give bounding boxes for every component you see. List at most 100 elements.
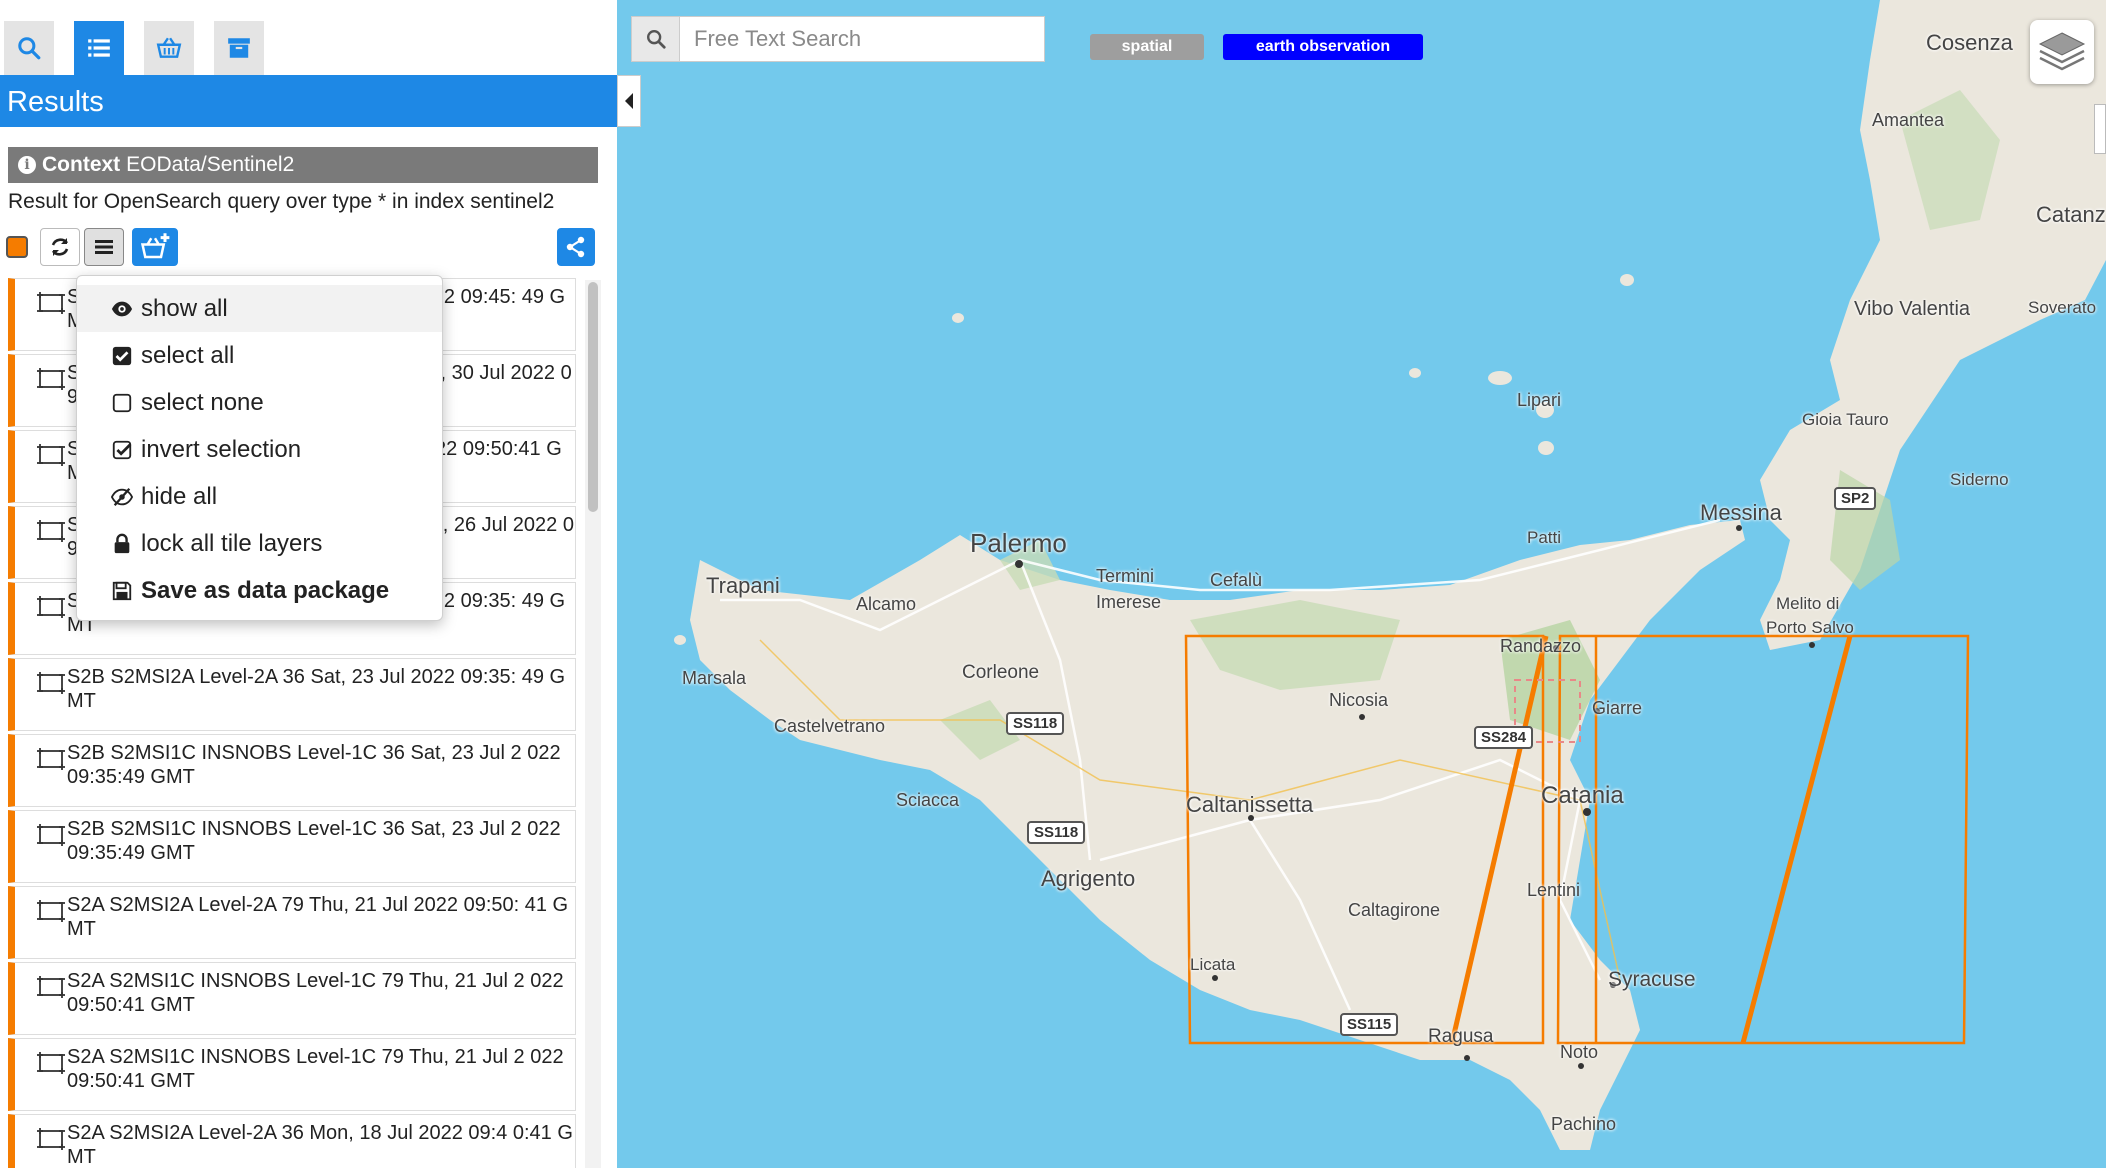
footprint-icon <box>37 596 65 618</box>
list-menu-icon <box>95 240 113 254</box>
checked-box-icon <box>112 346 132 365</box>
result-text: S2B S2MSI1C INSNOBS Level-1C 36 Sat, 23 … <box>67 818 561 864</box>
island-alicudi <box>1409 368 1421 378</box>
search-icon <box>18 37 41 60</box>
map-place-label: Agrigento <box>1041 866 1136 891</box>
results-title: Results <box>0 75 617 127</box>
menu-item-lock-all-tile-layers[interactable]: lock all tile layers <box>77 520 442 567</box>
map-place-label: Melito di <box>1776 594 1840 613</box>
result-text: S2B S2MSI1C INSNOBS Level-1C 36 Sat, 23 … <box>67 742 561 788</box>
footprint-icon <box>37 824 65 846</box>
share-button[interactable] <box>557 228 595 266</box>
menu-item-label: Save as data package <box>141 576 390 604</box>
map-place-label: Sciacca <box>896 790 960 810</box>
footprint-icon <box>37 748 65 770</box>
add-to-basket-button[interactable] <box>132 228 178 266</box>
footprint-icon <box>37 976 65 998</box>
menu-item-select-all[interactable]: select all <box>77 332 442 379</box>
right-panel-toggle[interactable] <box>2094 104 2106 154</box>
footprint-icon <box>37 900 65 922</box>
island-egadi <box>674 635 686 645</box>
list-icon <box>88 39 110 57</box>
result-text: S2A S2MSI1C INSNOBS Level-1C 79 Thu, 21 … <box>67 1046 564 1092</box>
search-input[interactable] <box>680 17 1040 61</box>
tab-search[interactable] <box>4 21 54 75</box>
earth-observation-pill[interactable]: earth observation <box>1223 34 1423 60</box>
footprint-icon <box>37 292 65 314</box>
map-place-label: Patti <box>1527 528 1562 547</box>
footprint-icon <box>37 444 65 466</box>
menu-item-select-none[interactable]: select none <box>77 379 442 426</box>
tab-results[interactable] <box>74 21 124 75</box>
map-place-label: Ragusa <box>1428 1026 1494 1047</box>
caret-left-icon <box>625 93 633 109</box>
map-place-label: Amantea <box>1872 110 1945 130</box>
map-place-label: Randazzo <box>1500 636 1582 656</box>
map-place-label: Catanz <box>2036 202 2106 227</box>
layers-button[interactable] <box>2030 20 2094 84</box>
refresh-button[interactable] <box>40 228 80 266</box>
map-place-label: Termini <box>1096 566 1155 586</box>
map-place-label: Lipari <box>1517 390 1562 410</box>
result-text: S2A S2MSI1C INSNOBS Level-1C 79 Thu, 21 … <box>67 970 564 1016</box>
map-place-label: Castelvetrano <box>774 716 886 736</box>
island-salina <box>1488 371 1512 385</box>
result-item[interactable]: S2B S2MSI1C INSNOBS Level-1C 36 Sat, 23 … <box>8 810 576 883</box>
map-place-label: Caltagirone <box>1348 900 1441 920</box>
result-item[interactable]: S2A S2MSI1C INSNOBS Level-1C 79 Thu, 21 … <box>8 962 576 1035</box>
list-actions-menu: show all select all select none invert sele… <box>76 275 443 621</box>
map-place-label: Corleone <box>962 662 1040 683</box>
list-menu-button[interactable] <box>84 228 124 266</box>
result-item[interactable]: S2B S2MSI1C INSNOBS Level-1C 36 Sat, 23 … <box>8 734 576 807</box>
menu-item-save-as-data-package[interactable]: Save as data package <box>77 567 442 614</box>
tab-archive[interactable] <box>214 21 264 75</box>
result-item[interactable]: S2B S2MSI2A Level-2A 36 Sat, 23 Jul 2022… <box>8 658 576 731</box>
map-canvas[interactable] <box>617 0 2106 1168</box>
basket-add-icon <box>140 233 170 259</box>
map-place-label: Nicosia <box>1329 690 1389 710</box>
menu-item-label: show all <box>141 294 228 322</box>
check-square-icon <box>112 440 132 459</box>
results-scrollbar[interactable] <box>585 280 601 1168</box>
layers-icon <box>2038 32 2086 71</box>
map-place-label: Marsala <box>682 668 747 688</box>
map-place-label: Licata <box>1190 955 1236 974</box>
spatial-filter-pill[interactable]: spatial <box>1090 34 1204 60</box>
footprint-icon <box>37 672 65 694</box>
result-text: S2A S2MSI2A Level-2A 79 Thu, 21 Jul 2022… <box>67 894 569 940</box>
context-bar: i Context EOData/Sentinel2 <box>8 147 598 183</box>
footprint-icon <box>37 1128 65 1150</box>
result-item[interactable]: S2A S2MSI2A Level-2A 36 Mon, 18 Jul 2022… <box>8 1114 576 1168</box>
menu-item-label: hide all <box>141 482 218 510</box>
result-item[interactable]: S2A S2MSI1C INSNOBS Level-1C 79 Thu, 21 … <box>8 1038 576 1111</box>
collapse-panel-button[interactable] <box>617 75 641 127</box>
scrollbar-thumb[interactable] <box>588 282 598 512</box>
map-place-label: Vibo Valentia <box>1854 298 1971 320</box>
road-shield: SS115 <box>1340 1013 1399 1036</box>
results-panel: Results i Context EOData/Sentinel2 Resul… <box>0 0 617 1168</box>
search-submit-button[interactable] <box>632 17 680 61</box>
footprint-icon <box>37 520 65 542</box>
road-shield: SS118 <box>1027 821 1086 844</box>
context-value: EOData/Sentinel2 <box>126 153 295 176</box>
select-checkbox[interactable] <box>6 236 28 258</box>
info-icon: i <box>18 156 36 174</box>
query-description: Result for OpenSearch query over type * … <box>8 190 555 213</box>
map-place-label: Lentini <box>1527 880 1581 900</box>
map-place-label: Noto <box>1560 1042 1599 1062</box>
map-place-label: Cosenza <box>1926 30 2013 55</box>
result-text: S2A S2MSI2A Level-2A 36 Mon, 18 Jul 2022… <box>67 1122 573 1168</box>
menu-item-invert-selection[interactable]: invert selection <box>77 426 442 473</box>
map-place-label: Soverato <box>2028 298 2097 317</box>
menu-item-hide-all[interactable]: hide all <box>77 473 442 520</box>
search-icon <box>646 30 666 49</box>
menu-item-show-all[interactable]: show all <box>77 285 442 332</box>
map-view[interactable]: Cosenza Amantea Catanz Vibo Valentia Soverat… <box>617 0 2106 1168</box>
result-item[interactable]: S2A S2MSI2A Level-2A 79 Thu, 21 Jul 2022… <box>8 886 576 959</box>
map-place-label: Pachino <box>1551 1114 1617 1134</box>
empty-box-icon <box>112 393 132 412</box>
tab-basket[interactable] <box>144 21 194 75</box>
map-place-label: Giarre <box>1592 698 1643 718</box>
road-shield: SS284 <box>1474 726 1534 749</box>
menu-item-label: select all <box>141 341 235 369</box>
